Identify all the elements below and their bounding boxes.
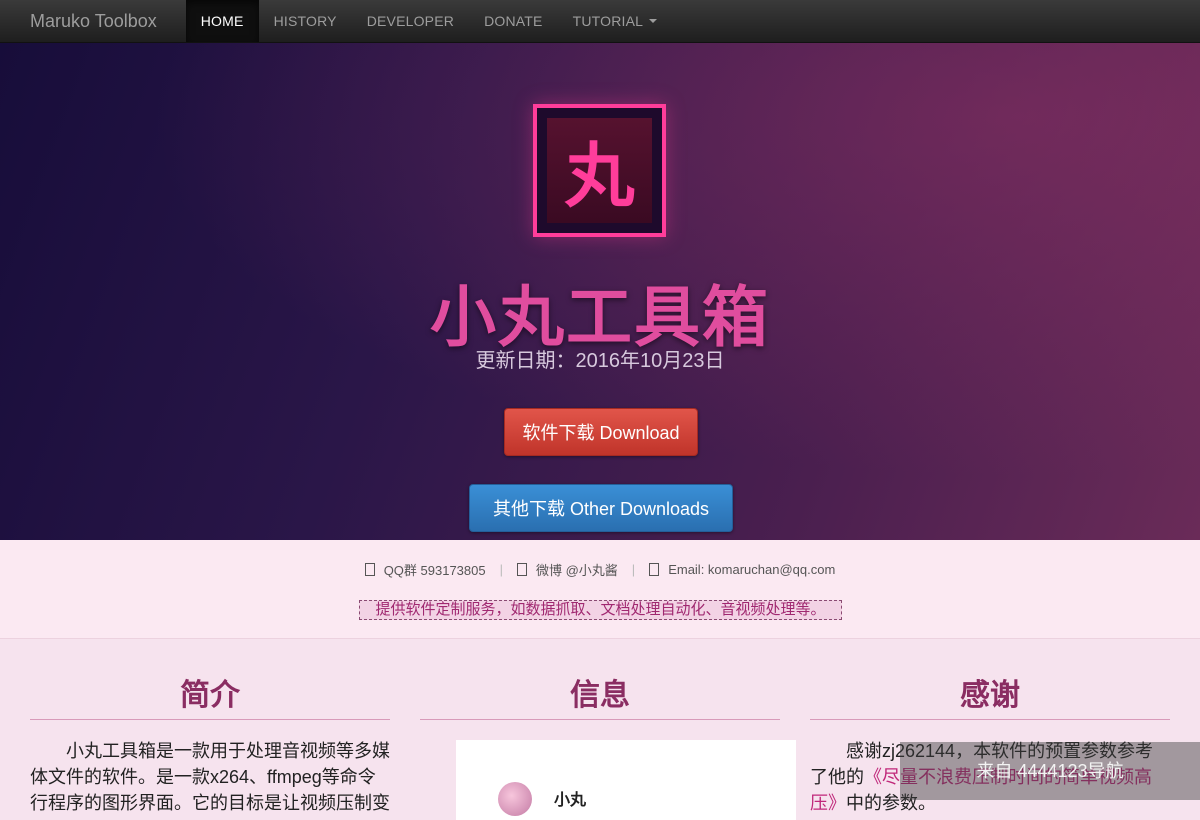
- contact-strip: QQ群 593173805 | 微博 @小丸酱 | Email: komaruc…: [0, 540, 1200, 639]
- avatar: [498, 782, 532, 816]
- intro-heading: 简介: [180, 679, 240, 712]
- weibo-link[interactable]: 微博 @小丸酱: [536, 560, 618, 579]
- hero-section: 丸 小丸工具箱 更新日期：2016年10月23日 软件下载 Download 其…: [0, 42, 1200, 540]
- brand-link[interactable]: Maruko Toolbox: [0, 0, 172, 42]
- contact-row: QQ群 593173805 | 微博 @小丸酱 | Email: komaruc…: [0, 560, 1200, 579]
- services-notice[interactable]: 提供软件定制服务，如数据抓取、文档处理自动化、音视频处理等。: [359, 600, 842, 620]
- nav-history[interactable]: HISTORY: [259, 0, 352, 42]
- update-date: 更新日期：2016年10月23日: [475, 350, 725, 372]
- watermark: 来自 4444123导航: [900, 742, 1200, 800]
- nav-donate[interactable]: DONATE: [469, 0, 558, 42]
- card-name: 小丸: [554, 792, 587, 809]
- divider: [420, 719, 780, 720]
- info-heading: 信息: [570, 679, 630, 712]
- thanks-heading: 感谢: [960, 679, 1020, 712]
- nav-home[interactable]: HOME: [185, 0, 259, 42]
- qq-icon: [364, 563, 375, 576]
- intro-column: 简介 小丸工具箱是一款用于处理音视频等多媒体文件的软件。是一款x264、ffmp…: [30, 676, 390, 816]
- top-navbar: Maruko Toolbox HOME HISTORY DEVELOPER DO…: [0, 0, 1200, 43]
- other-downloads-button[interactable]: 其他下载 Other Downloads: [469, 484, 733, 532]
- intro-text: 小丸工具箱是一款用于处理音视频等多媒体文件的软件。是一款x264、ffmpeg等…: [30, 741, 390, 813]
- email-icon: [649, 563, 660, 576]
- info-column: 信息 小丸: [420, 676, 796, 820]
- weibo-icon: [516, 563, 527, 576]
- caret-down-icon: [649, 19, 658, 23]
- download-button[interactable]: 软件下载 Download: [504, 408, 698, 456]
- nav-tutorial-label: TUTORIAL: [572, 13, 644, 29]
- app-logo: 丸: [533, 104, 666, 237]
- qq-group[interactable]: QQ群 593173805: [384, 560, 486, 579]
- logo-glyph: 丸: [547, 118, 652, 223]
- divider: [810, 719, 1170, 720]
- nav-tutorial[interactable]: TUTORIAL: [558, 0, 673, 42]
- email-link[interactable]: Email: komaruchan@qq.com: [668, 562, 835, 577]
- nav-developer[interactable]: DEVELOPER: [352, 0, 469, 42]
- divider: [30, 719, 390, 720]
- info-card: 小丸: [456, 740, 796, 820]
